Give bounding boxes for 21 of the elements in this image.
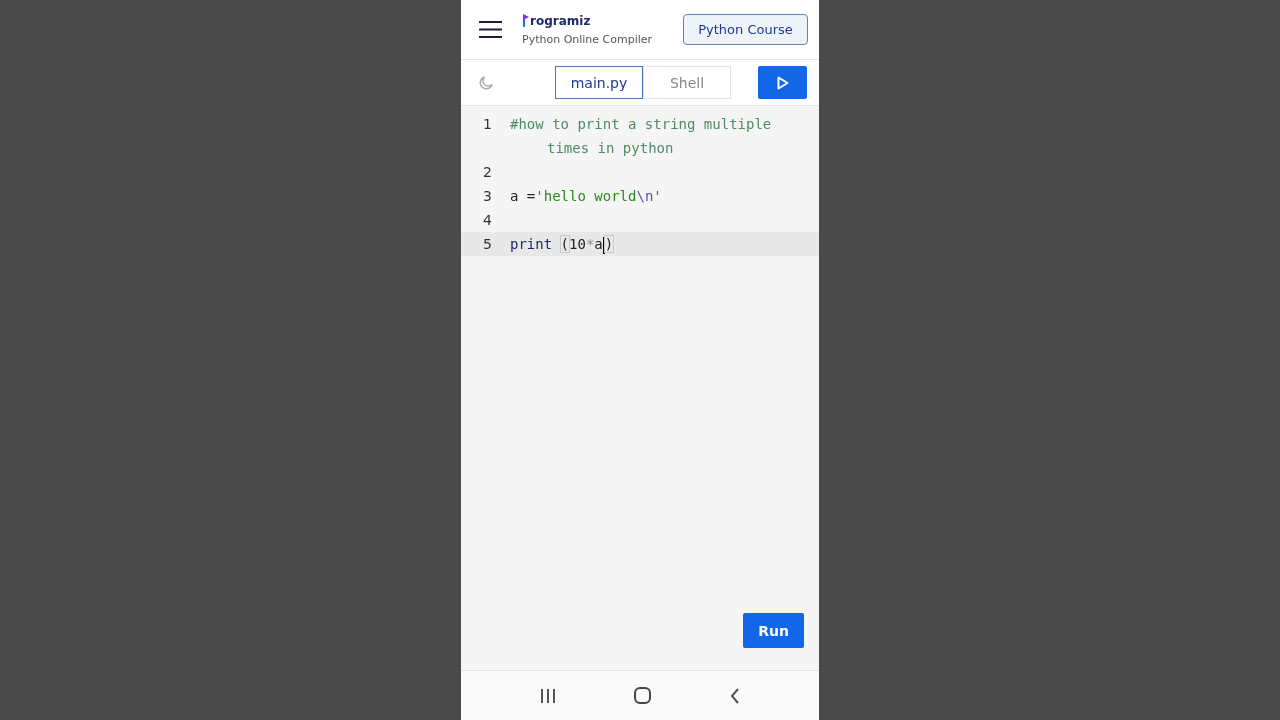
run-button[interactable]: Run <box>743 613 804 648</box>
logo-text[interactable]: rogramiz <box>530 14 591 27</box>
line-number: 5 <box>482 235 492 254</box>
line-number: 1 <box>482 115 492 134</box>
home-icon[interactable] <box>634 687 652 704</box>
play-icon <box>776 75 789 90</box>
code-line[interactable]: #how to print a string multiple times in python <box>510 112 807 160</box>
play-button[interactable] <box>758 66 807 99</box>
line-number: 2 <box>482 163 492 182</box>
logo-icon <box>522 13 530 27</box>
menu-icon[interactable] <box>479 21 502 38</box>
file-tab[interactable]: main.py <box>555 66 643 99</box>
line-number: 3 <box>482 187 492 206</box>
recents-icon[interactable] <box>540 688 557 703</box>
code-line[interactable]: a ='hello world\n' <box>510 184 807 208</box>
file-tab[interactable]: Shell <box>643 66 731 99</box>
line-number: 4 <box>482 211 492 230</box>
back-icon[interactable] <box>729 687 740 704</box>
course-button[interactable]: Python Course <box>683 14 808 45</box>
subtitle: Python Online Compiler <box>522 32 654 46</box>
code-line[interactable]: print (10*a) <box>510 232 807 256</box>
